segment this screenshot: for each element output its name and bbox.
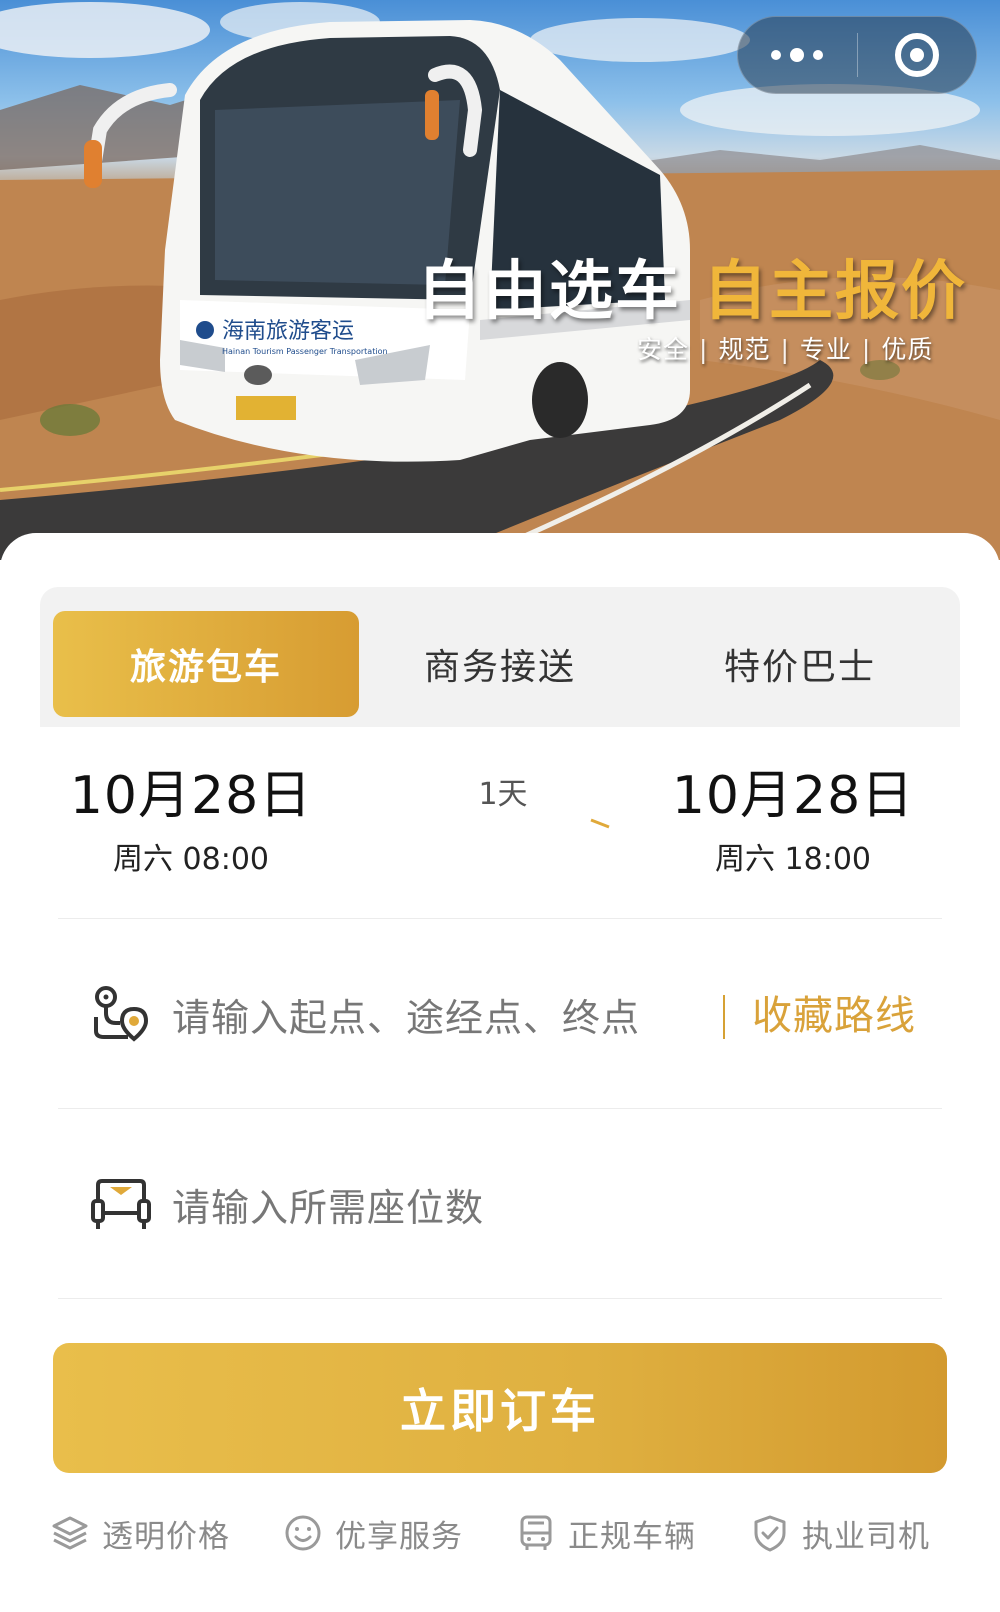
start-date-picker[interactable]: 10月28日 周六 08:00 bbox=[61, 753, 321, 878]
target-close-icon bbox=[894, 33, 939, 77]
miniprogram-capsule bbox=[737, 16, 977, 94]
start-weekday-time: 周六 08:00 bbox=[113, 842, 269, 877]
favorite-routes-button[interactable]: 收藏路线 bbox=[752, 983, 916, 1041]
duration-days: 1天 bbox=[478, 777, 528, 812]
feature-label: 优享服务 bbox=[335, 1518, 463, 1555]
more-dot-icon bbox=[790, 48, 805, 62]
bus-icon bbox=[520, 1515, 552, 1550]
end-date: 10月28日 bbox=[671, 766, 915, 826]
seats-row: 请输入所需座位数 bbox=[58, 1109, 942, 1299]
route-pin-icon bbox=[94, 986, 149, 1042]
hero-tag: 优质 bbox=[881, 335, 934, 364]
feature-label: 透明价格 bbox=[102, 1518, 230, 1555]
book-now-button[interactable]: 立即订车 bbox=[53, 1343, 947, 1473]
hero-tag: 规范 bbox=[718, 335, 771, 364]
feature-list: 透明价格 优享服务 正规车辆 执业司机 bbox=[50, 1503, 950, 1563]
start-date: 10月28日 bbox=[69, 766, 313, 826]
feature-transparent-price: 透明价格 bbox=[50, 1503, 230, 1563]
hero-banner: 海南旅游客运 Hainan Tourism Passenger Transpor… bbox=[0, 0, 1000, 560]
feature-licensed-drivers: 执业司机 bbox=[750, 1503, 930, 1563]
slogan-gold-text: 自主报价 bbox=[703, 255, 967, 329]
bus-logo-subtext: Hainan Tourism Passenger Transportation bbox=[222, 347, 388, 356]
hero-tag: 专业 bbox=[799, 335, 852, 364]
slogan-white-text: 自由选车 bbox=[417, 255, 681, 329]
hero-slogan: 自由选车 自主报价 bbox=[417, 240, 967, 332]
more-menu-button[interactable] bbox=[738, 16, 857, 94]
feature-licensed-vehicles: 正规车辆 bbox=[516, 1503, 696, 1563]
feature-label: 正规车辆 bbox=[568, 1518, 696, 1555]
route-input[interactable]: 请输入起点、途经点、终点 bbox=[172, 987, 640, 1042]
hero-tag: 安全 bbox=[637, 335, 690, 364]
close-miniprogram-button[interactable] bbox=[858, 16, 977, 94]
seat-icon bbox=[91, 1179, 151, 1229]
tab-discount-bus[interactable]: 特价巴士 bbox=[647, 611, 953, 717]
trip-duration: 1天 bbox=[388, 769, 618, 833]
feature-label: 执业司机 bbox=[802, 1518, 930, 1555]
service-tabs: 旅游包车 商务接送 特价巴士 bbox=[40, 587, 960, 727]
end-date-picker[interactable]: 10月28日 周六 18:00 bbox=[663, 753, 923, 878]
bus-logo-text: 海南旅游客运 bbox=[222, 319, 354, 344]
feature-premium-service: 优享服务 bbox=[283, 1503, 463, 1563]
end-weekday-time: 周六 18:00 bbox=[715, 842, 871, 877]
tab-business-transfer[interactable]: 商务接送 bbox=[347, 611, 653, 717]
route-row: 请输入起点、途经点、终点 收藏路线 bbox=[58, 919, 942, 1109]
seats-input[interactable]: 请输入所需座位数 bbox=[172, 1177, 484, 1232]
shield-check-icon bbox=[754, 1515, 786, 1552]
booking-card: 旅游包车 商务接送 特价巴士 10月28日 周六 08:00 1天 10月28日… bbox=[0, 533, 1000, 1612]
smile-icon bbox=[285, 1515, 321, 1551]
hero-tags: 安全 | 规范 | 专业 | 优质 bbox=[637, 335, 934, 364]
layers-icon bbox=[52, 1516, 88, 1550]
more-dot-icon bbox=[771, 50, 782, 60]
trip-dates: 10月28日 周六 08:00 1天 10月28日 周六 18:00 bbox=[58, 729, 942, 919]
tab-tour-charter[interactable]: 旅游包车 bbox=[53, 611, 359, 717]
route-divider bbox=[723, 995, 725, 1039]
more-dot-icon bbox=[813, 50, 824, 60]
arrow-right-icon bbox=[395, 818, 610, 829]
